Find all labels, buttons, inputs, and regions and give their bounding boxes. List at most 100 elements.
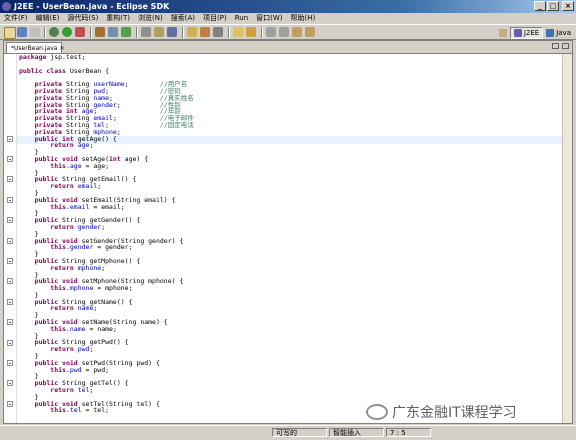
menu-window[interactable]: 窗口(W) — [252, 13, 286, 24]
code-line: return name; — [19, 305, 559, 312]
database-icon[interactable] — [167, 27, 177, 37]
fold-toggle-icon[interactable] — [7, 278, 13, 285]
status-position: 7 : 5 — [386, 428, 431, 437]
next-annotation-icon[interactable] — [266, 27, 276, 37]
watermark-text: 广东金融IT课程学习 — [392, 405, 517, 421]
server-icon[interactable] — [141, 27, 151, 37]
code-token: ; — [116, 127, 121, 136]
code-token: age — [77, 141, 90, 150]
tab-close-icon[interactable]: × — [59, 45, 64, 52]
new-icon[interactable] — [4, 27, 16, 39]
fold-toggle-icon[interactable] — [7, 156, 13, 162]
code-token: public class — [19, 66, 66, 75]
fold-toggle-icon[interactable] — [7, 135, 13, 142]
status-writable: 可写的 — [272, 428, 327, 437]
j2ee-icon — [513, 28, 522, 37]
code-token: pwd — [69, 365, 82, 374]
fold-toggle-icon[interactable] — [7, 298, 13, 305]
editor-gutter[interactable] — [4, 54, 16, 423]
code-line: return age; — [19, 142, 559, 149]
code-line: this.mphone = mphone; — [19, 285, 559, 292]
code-line: return pwd; — [19, 346, 559, 353]
code-token: gender — [77, 222, 102, 231]
fold-toggle-icon[interactable] — [7, 380, 13, 387]
annotation-icon[interactable] — [233, 27, 243, 37]
eclipse-icon — [2, 2, 11, 11]
menu-file[interactable]: 文件(F) — [0, 13, 32, 24]
new-project-icon[interactable] — [95, 27, 105, 37]
run-icon[interactable] — [62, 27, 72, 37]
menu-source[interactable]: 源代码(S) — [63, 13, 102, 24]
maximize-button[interactable]: □ — [547, 1, 559, 11]
menu-refactor[interactable]: 重构(T) — [102, 13, 134, 24]
fold-toggle-icon[interactable] — [7, 258, 13, 264]
code-line: return tel; — [19, 387, 559, 394]
code-line: public String getTel() { — [19, 380, 559, 387]
menu-edit[interactable]: 编辑(E) — [32, 13, 64, 24]
code-token: mphone — [77, 263, 102, 272]
close-button[interactable]: × — [562, 1, 574, 11]
code-token: //固定电话 — [159, 120, 194, 129]
deploy-icon[interactable] — [154, 27, 164, 37]
code-token: email — [69, 202, 90, 211]
external-tools-icon[interactable] — [75, 27, 85, 37]
fold-toggle-icon[interactable] — [7, 339, 13, 346]
forward-icon[interactable] — [305, 27, 315, 37]
code-line: return gender; — [19, 224, 559, 231]
code-token: ; — [89, 345, 94, 354]
code-token: ; — [97, 182, 102, 191]
search-icon[interactable] — [213, 27, 223, 37]
fold-toggle-icon[interactable] — [7, 360, 13, 366]
menu-search[interactable]: 搜索(A) — [167, 13, 199, 24]
code-line: this.age = age; — [19, 162, 559, 170]
open-perspective-icon — [498, 28, 507, 37]
menu-navigate[interactable]: 浏览(N) — [134, 13, 167, 24]
save-icon[interactable] — [17, 27, 27, 37]
code-token: package — [19, 54, 47, 61]
fold-toggle-icon[interactable] — [7, 196, 13, 203]
code-token: = email; — [89, 202, 125, 211]
code-token: tel — [69, 406, 82, 415]
new-package-icon[interactable] — [108, 27, 118, 37]
code-token: UserBean { — [65, 66, 110, 75]
minimize-button[interactable]: _ — [534, 1, 546, 11]
menu-run[interactable]: Run — [231, 13, 252, 24]
code-line: this.email = email; — [19, 202, 559, 211]
code-area[interactable]: package jsp.test; public class UserBean {… — [19, 54, 559, 423]
code-line: return email; — [19, 183, 559, 190]
fold-toggle-icon[interactable] — [7, 217, 13, 224]
new-class-icon[interactable] — [121, 27, 131, 37]
editor-tab-bar: *UserBean.java × — [4, 41, 572, 54]
vertical-scrollbar[interactable] — [562, 54, 572, 423]
code-line: this.gender = gender; — [19, 244, 559, 251]
back-icon[interactable] — [292, 27, 302, 37]
window-title: J2EE - UserBean.java - Eclipse SDK — [14, 2, 170, 11]
fold-toggle-icon[interactable] — [7, 176, 13, 183]
tab-userbean[interactable]: *UserBean.java × — [6, 42, 64, 53]
maximize-editor-icon[interactable] — [562, 43, 569, 49]
perspective-switcher: J2EE Java — [496, 26, 574, 39]
open-type-icon[interactable] — [187, 27, 197, 37]
menu-project[interactable]: 项目(P) — [199, 13, 231, 24]
perspective-j2ee-label: J2EE — [523, 28, 540, 37]
perspective-j2ee[interactable]: J2EE — [509, 26, 544, 39]
minimize-editor-icon[interactable] — [552, 43, 559, 49]
tab-label: *UserBean.java — [11, 44, 58, 52]
open-resource-icon[interactable] — [200, 27, 210, 37]
open-perspective-button[interactable] — [496, 27, 510, 39]
code-token: age) { — [120, 154, 149, 163]
prev-annotation-icon[interactable] — [279, 27, 289, 37]
toggle-mark-icon[interactable] — [246, 27, 256, 37]
menu-help[interactable]: 帮助(H) — [287, 13, 320, 24]
main-toolbar: J2EE Java — [0, 24, 576, 40]
perspective-java-label: Java — [556, 28, 571, 37]
code-token: ; — [93, 304, 98, 313]
fold-toggle-icon[interactable] — [7, 319, 13, 326]
code-token: ; — [101, 222, 106, 231]
fold-toggle-icon[interactable] — [7, 400, 13, 407]
fold-toggle-icon[interactable] — [7, 237, 13, 244]
code-token: ; — [89, 141, 94, 150]
perspective-java[interactable]: Java — [543, 27, 574, 39]
debug-icon[interactable] — [49, 27, 59, 37]
print-icon[interactable] — [30, 27, 40, 37]
